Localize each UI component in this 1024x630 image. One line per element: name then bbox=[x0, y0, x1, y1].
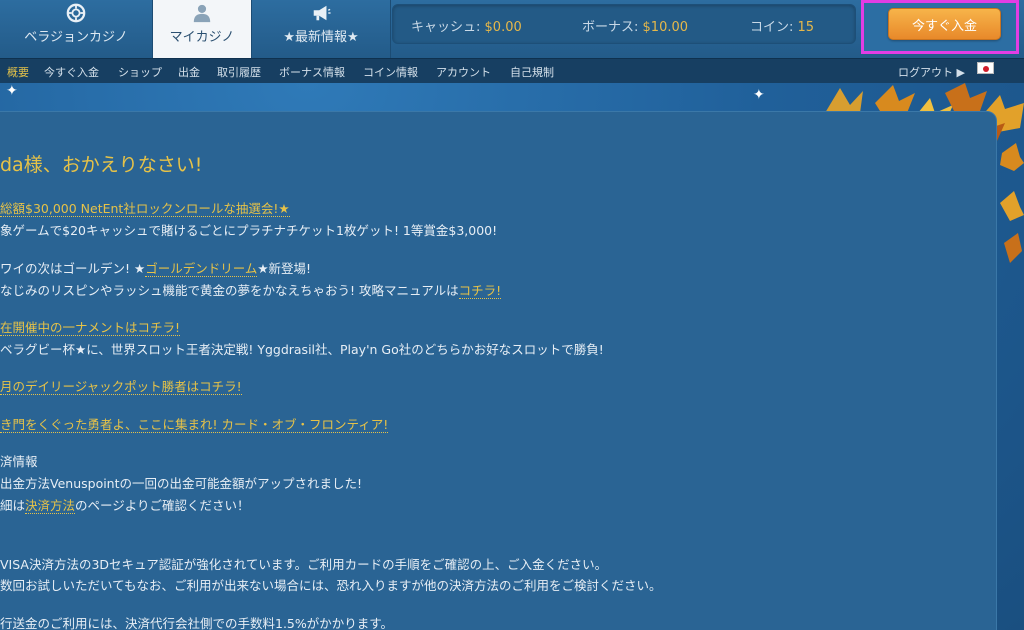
news-item-4-title: 月のデイリージャックポット勝者はコチラ! bbox=[0, 376, 242, 395]
news-item-2-title: ワイの次はゴールデン! ★ゴールデンドリーム★新登場! bbox=[0, 258, 311, 277]
news-link[interactable]: 在開催中の一ナメントはコチラ! bbox=[0, 320, 181, 336]
news-item-2-text: なじみのリスピンやラッシュ機能で黄金の夢をかなえちゃおう! 攻略マニュアルはコチ… bbox=[0, 280, 502, 299]
welcome-greeting: da様、おかえりなさい! bbox=[0, 154, 203, 176]
payment-heading: 済情報 bbox=[0, 454, 38, 469]
news-link[interactable]: コチラ! bbox=[458, 283, 502, 299]
news-text: ワイの次はゴールデン! ★ bbox=[0, 261, 146, 276]
news-item-3-text: ベラグビー杯★に、世界スロット王者決定戦! Yggdrasil社、Play'n … bbox=[0, 342, 604, 357]
news-text: ★新登場! bbox=[257, 261, 312, 276]
payment-text: 細は bbox=[0, 498, 26, 513]
news-link[interactable]: ゴールデンドリーム bbox=[145, 261, 258, 277]
page: ベラジョンカジノ マイカジノ ★最新情報★ キャッシュ: $0.00 ボーナス:… bbox=[0, 0, 1024, 630]
news-item-1-title: 総額$30,000 NetEnt社ロックンロールな抽選会!★ bbox=[0, 198, 290, 217]
news-link[interactable]: 月のデイリージャックポット勝者はコチラ! bbox=[0, 379, 242, 395]
news-item-1-text: 象ゲームで$20キャッシュで賭けるごとにプラチナチケット1枚ゲット! 1等賞金$… bbox=[0, 223, 498, 238]
payment-line-2: 細は決済方法のページよりご確認ください！ bbox=[0, 495, 250, 514]
payment-methods-link[interactable]: 決済方法 bbox=[25, 498, 76, 514]
news-item-3-title: 在開催中の一ナメントはコチラ! bbox=[0, 317, 181, 336]
news-item-5-title: き門をくぐった勇者よ、ここに集まれ! カード・オブ・フロンティア! bbox=[0, 414, 389, 433]
news-link[interactable]: き門をくぐった勇者よ、ここに集まれ! カード・オブ・フロンティア! bbox=[0, 417, 389, 433]
news-text: なじみのリスピンやラッシュ機能で黄金の夢をかなえちゃおう! 攻略マニュアルは bbox=[0, 283, 459, 298]
payment-line-1: 出金方法Venuspointの一回の出金可能金額がアップされました! bbox=[0, 476, 363, 491]
payment-text: のページよりご確認ください！ bbox=[75, 498, 250, 513]
payment-line-4: 数回お試しいただいてもなお、ご利用が出来ない場合には、恐れ入りますが他の決済方法… bbox=[0, 578, 662, 593]
news-link[interactable]: 総額$30,000 NetEnt社ロックンロールな抽選会!★ bbox=[0, 201, 290, 217]
payment-line-5: 行送金のご利用には、決済代行会社側での手数料1.5%がかかります。 bbox=[0, 616, 394, 630]
main-content: da様、おかえりなさい! 総額$30,000 NetEnt社ロックンロールな抽選… bbox=[0, 0, 1024, 630]
payment-line-3: VISA決済方法の3Dセキュア認証が強化されています。ご利用カードの手順をご確認… bbox=[0, 557, 608, 572]
